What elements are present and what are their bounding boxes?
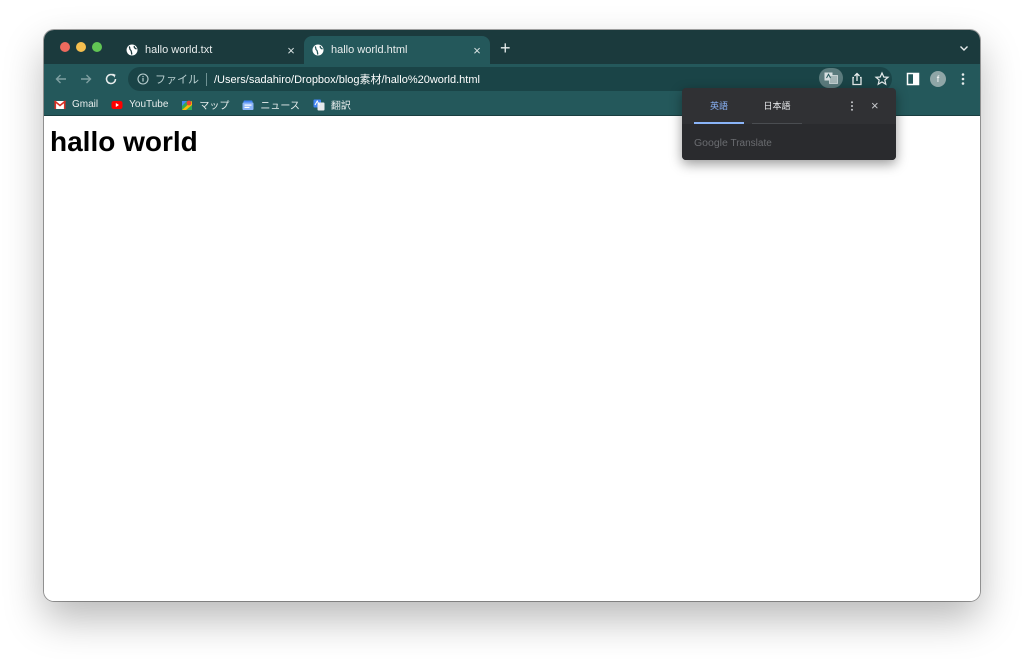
bookmark-label: マップ (199, 101, 230, 112)
brand-google: Google (694, 137, 728, 149)
fullscreen-window-button[interactable] (92, 42, 102, 52)
language-tabs: 英語 日本語 (694, 88, 802, 124)
bookmark-label: Gmail (72, 99, 99, 110)
chevron-down-icon[interactable] (958, 42, 970, 54)
gmail-icon (54, 99, 66, 109)
news-icon (242, 100, 254, 110)
star-icon[interactable] (874, 71, 890, 87)
brand-translate: Translate (730, 138, 772, 149)
translate-icon (824, 72, 838, 84)
maps-icon (182, 100, 193, 110)
tab-title: hallo world.txt (145, 44, 213, 56)
close-tab-icon[interactable]: × (282, 43, 300, 58)
translate-icon (313, 99, 325, 110)
address-separator (206, 72, 207, 86)
tab-strip: hallo world.txt × hallo world.html × + (44, 30, 980, 64)
globe-icon (126, 44, 138, 56)
tab-title: hallo world.html (331, 44, 408, 56)
menu-kebab-icon[interactable] (955, 71, 971, 87)
reload-icon[interactable] (103, 71, 119, 87)
bookmark-label: ニュース (260, 101, 300, 112)
info-icon[interactable] (137, 73, 149, 85)
bookmark-youtube[interactable]: YouTube (111, 99, 168, 111)
share-icon[interactable] (849, 71, 865, 87)
bookmark-news[interactable]: ニュース (242, 97, 300, 112)
language-tab-japanese[interactable]: 日本語 (752, 88, 802, 124)
minimize-window-button[interactable] (76, 42, 86, 52)
google-translate-brand: Google Translate (694, 137, 772, 149)
translate-popup: 英語 日本語 × Google Translate (682, 88, 896, 160)
bookmark-translate[interactable]: 翻訳 (313, 97, 351, 112)
tab-hallo-world-txt[interactable]: hallo world.txt × (120, 36, 304, 64)
translate-popup-footer: Google Translate (682, 124, 896, 160)
url-scheme-label: ファイル (155, 74, 199, 86)
language-tab-english[interactable]: 英語 (694, 88, 744, 124)
forward-arrow-icon[interactable] (78, 71, 94, 87)
more-options-icon[interactable] (846, 100, 858, 112)
page-content: hallo world (44, 116, 980, 601)
close-window-button[interactable] (60, 42, 70, 52)
globe-icon (312, 44, 324, 56)
profile-avatar[interactable]: f (930, 71, 946, 87)
bookmark-gmail[interactable]: Gmail (54, 99, 98, 111)
close-popup-icon[interactable]: × (871, 98, 879, 113)
translate-page-button[interactable] (819, 68, 843, 88)
url-text[interactable]: /Users/sadahiro/Dropbox/blog素材/hallo%20w… (214, 71, 480, 87)
tab-hallo-world-html[interactable]: hallo world.html × (304, 36, 490, 64)
side-panel-icon[interactable] (905, 71, 921, 87)
back-arrow-icon[interactable] (53, 71, 69, 87)
bookmark-label: 翻訳 (330, 101, 351, 112)
bookmark-label: YouTube (129, 99, 169, 110)
bookmark-maps[interactable]: マップ (181, 97, 229, 112)
close-tab-icon[interactable]: × (468, 43, 486, 58)
new-tab-button[interactable]: + (500, 39, 511, 57)
youtube-icon (111, 100, 123, 109)
page-heading: hallo world (50, 126, 198, 157)
